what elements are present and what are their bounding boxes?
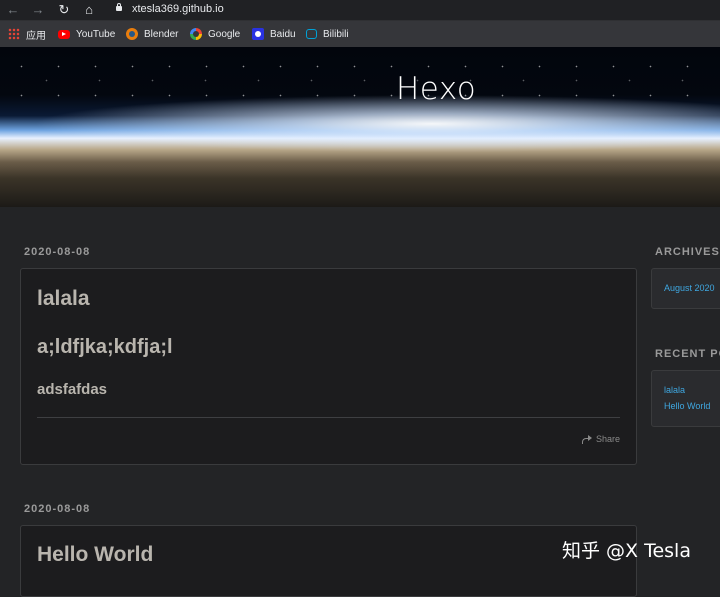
post-heading-2: a;ldfjka;kdfja;l xyxy=(37,336,173,358)
recent-post-link[interactable]: Hello World xyxy=(664,401,710,411)
bookmark-label: Bilibili xyxy=(323,28,349,40)
browser-address-bar: ← → ↻ ⌂ xtesla369.github.io xyxy=(0,0,720,21)
baidu-icon xyxy=(252,28,264,40)
lock-icon xyxy=(116,3,122,11)
post-date[interactable]: 2020-08-08 xyxy=(24,246,90,258)
site-title[interactable]: Hexo xyxy=(396,71,476,107)
post-title[interactable]: Hello World xyxy=(37,543,153,567)
site-banner: Hexo xyxy=(0,47,720,207)
bookmark-blender[interactable]: Blender xyxy=(126,26,178,42)
post-title[interactable]: lalala xyxy=(37,287,90,311)
bookmark-label: Google xyxy=(208,28,241,40)
post-date[interactable]: 2020-08-08 xyxy=(24,503,90,515)
bookmark-baidu[interactable]: Baidu xyxy=(252,26,296,42)
bookmarks-bar: 应用 YouTube Blender Google Baidu Bilibili xyxy=(0,21,720,47)
bookmark-youtube[interactable]: YouTube xyxy=(58,26,115,42)
bookmark-label: YouTube xyxy=(76,28,116,40)
bookmark-apps[interactable]: 应用 xyxy=(8,26,46,42)
watermark-text: 知乎 @X Tesla xyxy=(562,540,691,562)
article-card: Hello World xyxy=(20,525,637,597)
share-label: Share xyxy=(595,434,620,444)
share-button[interactable]: Share xyxy=(581,434,620,444)
recent-post-link[interactable]: lalala xyxy=(664,385,685,395)
archives-widget: August 2020 xyxy=(651,268,720,309)
archives-widget-title: ARCHIVES xyxy=(655,246,720,258)
bookmark-bilibili[interactable]: Bilibili xyxy=(306,26,349,42)
bookmark-label: 应用 xyxy=(26,30,46,42)
share-icon xyxy=(581,435,592,444)
url-field[interactable]: xtesla369.github.io xyxy=(132,3,224,15)
bookmark-label: Blender xyxy=(144,28,179,40)
apps-icon xyxy=(8,28,20,40)
back-arrow-icon[interactable]: ← xyxy=(4,1,22,19)
bookmark-label: Baidu xyxy=(270,28,296,40)
recent-posts-widget-title: RECENT POSTS xyxy=(655,348,720,360)
recent-posts-widget: lalala Hello World xyxy=(651,370,720,427)
forward-arrow-icon[interactable]: → xyxy=(29,1,47,19)
blender-icon xyxy=(126,28,138,40)
home-icon[interactable]: ⌂ xyxy=(80,1,98,19)
starfield-decoration xyxy=(0,47,720,119)
archive-link[interactable]: August 2020 xyxy=(664,283,715,293)
article-divider xyxy=(37,417,620,418)
article-card: lalala a;ldfjka;kdfja;l adsfafdas Share xyxy=(20,268,637,465)
youtube-icon xyxy=(58,29,70,39)
google-icon xyxy=(190,28,202,40)
post-heading-3: adsfafdas xyxy=(37,381,108,398)
bookmark-google[interactable]: Google xyxy=(190,26,240,42)
reload-icon[interactable]: ↻ xyxy=(55,1,73,19)
bilibili-icon xyxy=(306,29,317,39)
